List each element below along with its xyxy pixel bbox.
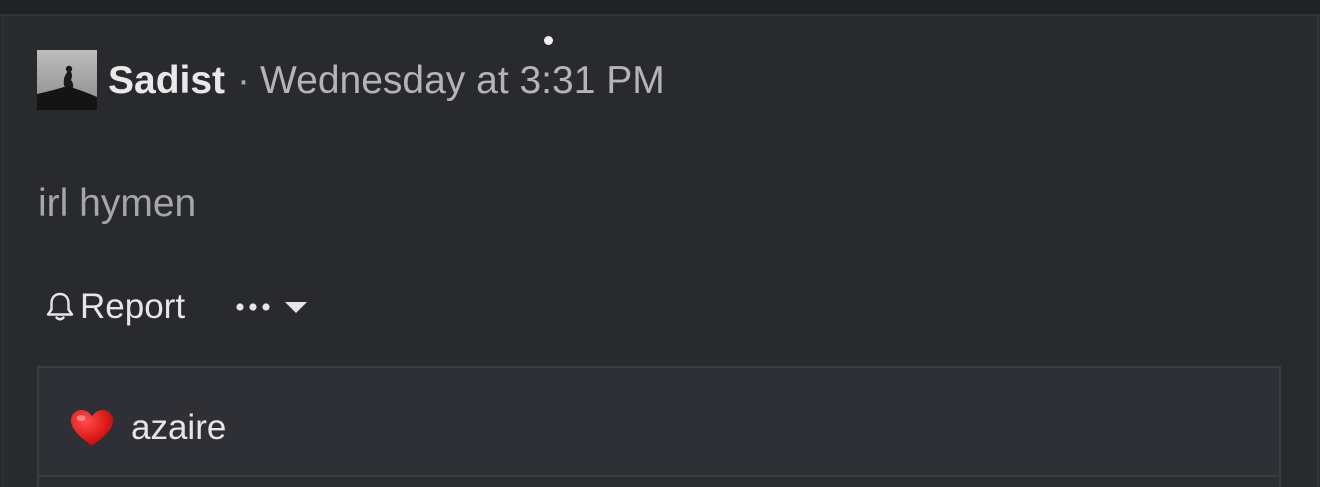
username[interactable]: Sadist [108,59,225,103]
page: Sadist · Wednesday at 3:31 PM irl hymen … [0,0,1320,487]
post-timestamp[interactable]: Wednesday at 3:31 PM [260,59,665,103]
report-button[interactable]: Report [44,287,185,327]
avatar[interactable] [37,50,97,110]
ellipsis-icon [236,303,270,311]
previous-post-edge [0,0,1320,16]
caret-down-icon [285,302,308,313]
post-message: irl hymen [38,182,197,225]
indicator-dot [544,36,553,45]
bell-icon [46,292,74,321]
header-separator: · [237,59,251,102]
post-header: Sadist · Wednesday at 3:31 PM [108,58,665,104]
heart-icon [71,410,113,446]
reactor-username[interactable]: azaire [131,408,226,448]
reaction-item[interactable]: azaire [69,408,226,448]
avatar-image [37,50,97,110]
reactions-panel: azaire [37,366,1281,487]
post-actions: Report [44,284,309,330]
reactions-divider [39,475,1279,487]
report-label: Report [80,287,186,326]
more-options-button[interactable] [235,299,309,315]
